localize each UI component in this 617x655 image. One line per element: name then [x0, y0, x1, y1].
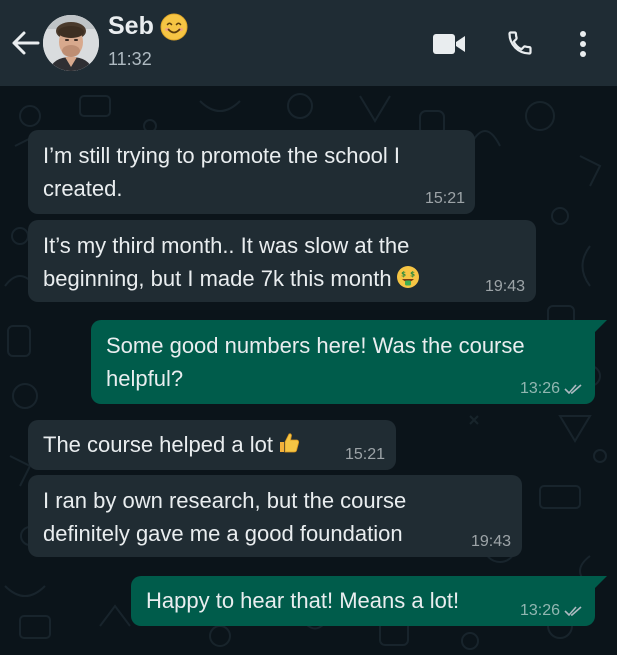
message-bubble-outgoing[interactable]: Some good numbers here! Was the course h…: [91, 320, 607, 404]
message-line: The course helped a lot: [43, 432, 273, 457]
last-seen-status: 11:32: [108, 49, 152, 69]
message-line: helpful?: [106, 366, 184, 391]
message-timestamp: 13:26: [520, 602, 584, 620]
contact-photo: [43, 15, 99, 71]
message-line: Happy to hear that! Means a lot!: [146, 588, 460, 613]
message-text: Some good numbers here! Was the course h…: [106, 329, 525, 395]
message-timestamp: 19:43: [485, 278, 525, 296]
message-line: definitely gave me a good foundation: [43, 521, 403, 546]
message-bubble-incoming[interactable]: It’s my third month.. It was slow at the…: [28, 220, 536, 302]
message-time: 19:43: [470, 533, 511, 550]
bubble-tail: [593, 576, 607, 590]
more-options-icon[interactable]: [575, 28, 591, 60]
message-timestamp: 13:26: [520, 380, 584, 398]
message-text: I ran by own research, but the course de…: [43, 484, 406, 550]
message-timestamp: 19:43: [471, 533, 511, 551]
voice-call-icon[interactable]: [506, 29, 534, 57]
message-bubble-outgoing[interactable]: Happy to hear that! Means a lot! 13:26: [131, 576, 607, 626]
contact-name-text: Seb: [108, 12, 154, 40]
message-line: beginning, but I made 7k this month $ $: [43, 262, 420, 295]
message-time: 19:43: [484, 278, 525, 295]
message-line-text: beginning, but I made 7k this month: [43, 266, 392, 291]
money-mouth-face-emoji: $ $: [396, 266, 419, 288]
svg-text:$: $: [401, 271, 406, 279]
bubble-tail: [593, 320, 607, 334]
chat-header: Seb 11:32: [0, 0, 617, 86]
avatar[interactable]: [43, 15, 99, 71]
chat-screen: Seb 11:32 I’m still trying to promote th…: [0, 0, 617, 655]
message-time: 15:21: [344, 446, 385, 463]
message-line: I’m still trying to promote the school I: [43, 143, 401, 168]
message-timestamp: 15:21: [345, 446, 385, 464]
message-time: 13:26: [519, 602, 560, 619]
message-text: It’s my third month.. It was slow at the…: [43, 229, 420, 295]
message-timestamp: 15:21: [425, 190, 465, 208]
back-arrow-icon[interactable]: [8, 28, 42, 58]
message-text: I’m still trying to promote the school I…: [43, 139, 400, 205]
message-time: 15:21: [424, 190, 465, 207]
message-line: I ran by own research, but the course: [43, 488, 407, 513]
message-time: 13:26: [519, 380, 560, 397]
message-line: It’s my third month.. It was slow at the: [43, 233, 410, 258]
message-bubble-incoming[interactable]: I ran by own research, but the course de…: [28, 475, 522, 557]
message-list[interactable]: I’m still trying to promote the school I…: [0, 86, 617, 655]
video-call-icon[interactable]: [431, 31, 467, 57]
double-check-icon: [564, 384, 582, 395]
double-check-icon: [564, 606, 582, 617]
message-line: Some good numbers here! Was the course: [106, 333, 525, 358]
message-bubble-incoming[interactable]: The course helped a lot 15:21: [28, 420, 396, 470]
message-line: created.: [43, 176, 123, 201]
thumbs-up-emoji: [279, 433, 299, 453]
message-text: The course helped a lot: [43, 428, 301, 461]
smiling-face-emoji: [160, 13, 188, 40]
svg-text:$: $: [410, 271, 415, 279]
contact-name[interactable]: Seb: [108, 12, 188, 41]
message-bubble-incoming[interactable]: I’m still trying to promote the school I…: [28, 130, 475, 214]
message-text: Happy to hear that! Means a lot!: [146, 584, 459, 617]
